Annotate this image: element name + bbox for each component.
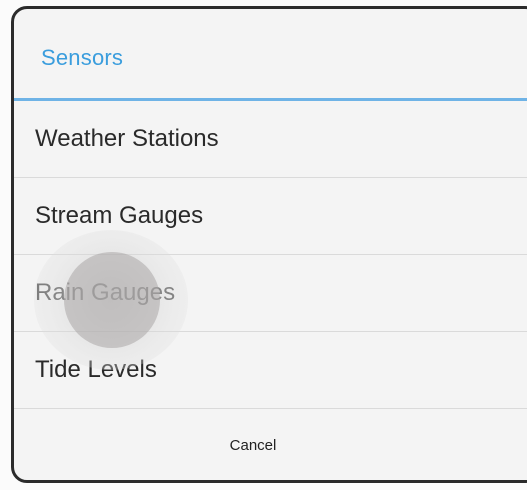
sensors-dialog: Sensors Weather Stations Stream Gauges R… — [11, 6, 527, 483]
option-rain-gauges[interactable]: Rain Gauges — [14, 255, 527, 332]
dialog-title: Sensors — [41, 44, 124, 70]
dialog-actions: Cancel — [14, 409, 527, 480]
option-list: Weather Stations Stream Gauges Rain Gaug… — [14, 101, 527, 409]
cancel-button[interactable]: Cancel — [224, 436, 283, 455]
option-tide-levels[interactable]: Tide Levels — [14, 332, 527, 409]
dialog-header: Sensors — [14, 9, 527, 101]
option-weather-stations[interactable]: Weather Stations — [14, 101, 527, 178]
screen: Sensors Weather Stations Stream Gauges R… — [0, 0, 527, 490]
option-stream-gauges[interactable]: Stream Gauges — [14, 178, 527, 255]
